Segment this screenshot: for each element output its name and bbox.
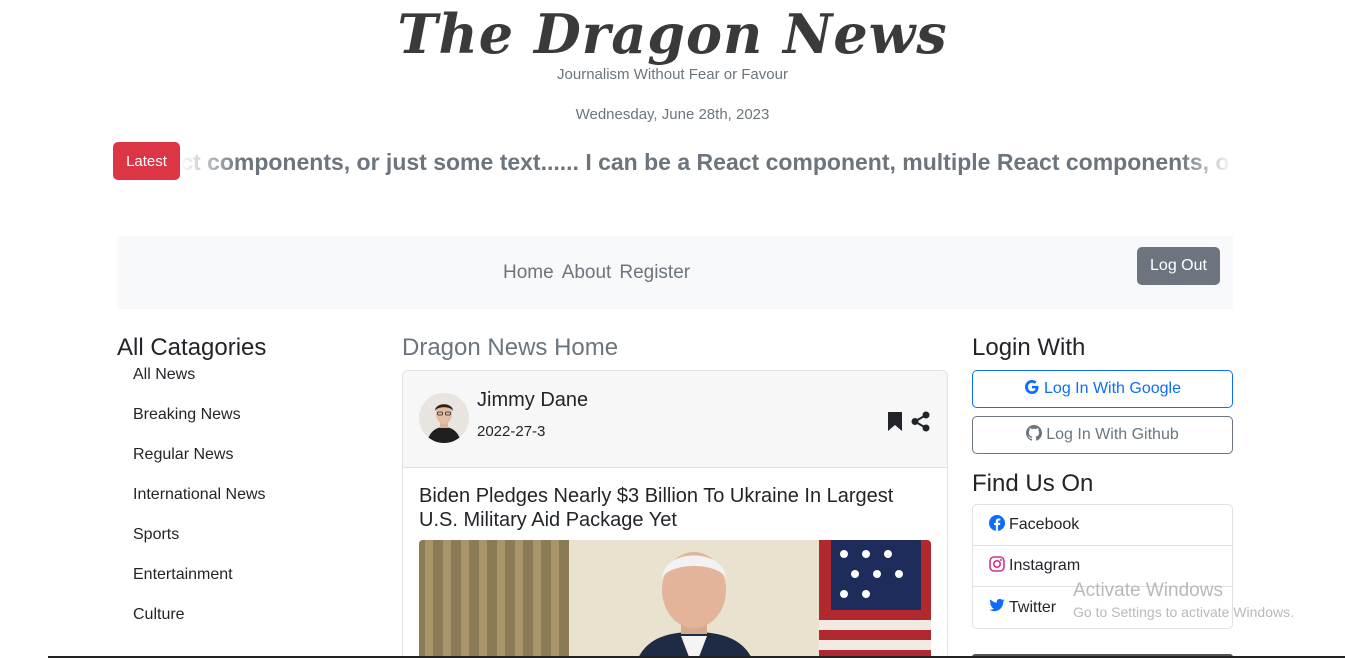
publish-date: 2022-27-3 <box>477 423 546 440</box>
instagram-icon <box>989 555 1005 577</box>
login-title: Login With <box>972 334 1086 361</box>
card-actions <box>887 411 931 437</box>
windows-activation-watermark: Activate Windows Go to Settings to activ… <box>1073 580 1294 620</box>
social-item-facebook[interactable]: Facebook <box>973 505 1232 546</box>
news-image <box>419 540 931 658</box>
author-name: Jimmy Dane <box>477 389 589 411</box>
instagram-label: Instagram <box>1009 557 1081 574</box>
news-headline[interactable]: Biden Pledges Nearly $3 Billion To Ukrai… <box>419 484 931 532</box>
google-login-button[interactable]: Log In With Google <box>972 370 1233 408</box>
category-item[interactable]: All News <box>117 366 377 406</box>
facebook-icon <box>989 514 1005 536</box>
news-card-header: Jimmy Dane 2022-27-3 <box>403 371 947 468</box>
categories-sidebar: All Catagories All News Breaking News Re… <box>117 334 377 646</box>
latest-button[interactable]: Latest <box>113 142 180 180</box>
category-item[interactable]: Sports <box>117 526 377 566</box>
nav-link-register[interactable]: Register <box>619 262 690 284</box>
bookmark-icon[interactable] <box>887 411 903 437</box>
category-item[interactable]: Entertainment <box>117 566 377 606</box>
category-item[interactable]: Culture <box>117 606 377 646</box>
watermark-line2: Go to Settings to activate Windows. <box>1073 604 1294 620</box>
nav-link-home[interactable]: Home <box>503 262 554 284</box>
news-card: Jimmy Dane 2022-27-3 Biden Pledges Nearl… <box>402 370 948 658</box>
google-icon <box>1024 379 1040 400</box>
github-icon <box>1026 424 1043 446</box>
google-login-label: Log In With Google <box>1044 380 1181 397</box>
nav-link-about[interactable]: About <box>562 262 612 284</box>
twitter-icon <box>989 597 1005 618</box>
main-navbar: Home About Register Log Out <box>117 236 1233 309</box>
category-list: All News Breaking News Regular News Inte… <box>117 366 377 646</box>
categories-title: All Catagories <box>117 334 267 361</box>
ticker-text: React components, or just some text.....… <box>180 149 1233 175</box>
watermark-line1: Activate Windows <box>1073 580 1223 601</box>
facebook-label: Facebook <box>1009 516 1080 533</box>
site-tagline: Journalism Without Fear or Favour <box>557 66 788 83</box>
share-icon[interactable] <box>911 411 931 437</box>
main-content: Dragon News Home Jimmy Dane 2022-27-3 Bi… <box>402 334 948 658</box>
current-date: Wednesday, June 28th, 2023 <box>575 106 770 123</box>
find-us-title: Find Us On <box>972 470 1094 497</box>
ticker-marquee: React components, or just some text.....… <box>180 140 1233 184</box>
twitter-label: Twitter <box>1009 598 1057 616</box>
github-login-button[interactable]: Log In With Github <box>972 416 1233 454</box>
category-item[interactable]: International News <box>117 486 377 526</box>
category-item[interactable]: Regular News <box>117 446 377 486</box>
github-login-label: Log In With Github <box>1046 426 1179 443</box>
site-brand-title: The Dragon News <box>397 2 948 66</box>
author-avatar <box>419 393 469 443</box>
main-title: Dragon News Home <box>402 334 619 361</box>
category-item[interactable]: Breaking News <box>117 406 377 446</box>
nav-links: Home About Register <box>503 262 690 284</box>
latest-ticker: Latest React components, or just some te… <box>113 140 1233 184</box>
logout-button[interactable]: Log Out <box>1137 247 1220 285</box>
news-card-body: Biden Pledges Nearly $3 Billion To Ukrai… <box>403 468 947 658</box>
